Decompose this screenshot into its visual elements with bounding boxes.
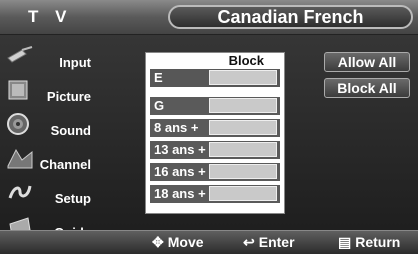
block-all-button[interactable]: Block All	[324, 78, 410, 98]
input-icon	[7, 46, 33, 63]
allow-all-button[interactable]: Allow All	[324, 52, 410, 72]
move-arrows-icon: ✥	[152, 234, 164, 250]
sound-icon	[7, 113, 29, 135]
block-header-label: Block	[228, 53, 264, 68]
return-icon: ▤	[338, 234, 352, 250]
enter-hint-label: Enter	[258, 234, 295, 250]
channel-icon	[7, 148, 33, 169]
rating-row-18-ans[interactable]: 18 ans +	[150, 185, 280, 203]
enter-hint: ↩ Enter	[243, 234, 295, 251]
block-checkbox[interactable]	[209, 120, 277, 135]
block-checkbox[interactable]	[209, 186, 277, 201]
tv-menu-screen: T V Canadian French Input Picture Sound	[0, 0, 418, 254]
sidebar: Input Picture Sound Channel Setup	[0, 36, 95, 246]
block-checkbox[interactable]	[209, 98, 277, 113]
tv-label: T V	[28, 7, 73, 26]
rating-row-16-ans[interactable]: 16 ans +	[150, 163, 280, 181]
setup-icon	[8, 185, 32, 199]
rating-label: E	[154, 70, 163, 85]
rating-divider	[150, 91, 280, 93]
rating-label: 16 ans +	[154, 164, 206, 179]
move-hint: ✥ Move	[152, 234, 204, 251]
return-hint: ▤ Return	[338, 234, 400, 251]
page-title: Canadian French	[168, 5, 413, 29]
picture-icon	[8, 80, 28, 100]
rating-label: 8 ans +	[154, 120, 199, 135]
block-column-header: Block	[146, 53, 284, 68]
move-hint-label: Move	[167, 234, 204, 250]
sidebar-item-setup[interactable]: Setup	[0, 178, 95, 208]
rating-row-g[interactable]: G	[150, 97, 280, 115]
rating-row-13-ans[interactable]: 13 ans +	[150, 141, 280, 159]
block-checkbox[interactable]	[209, 164, 277, 179]
rating-block-panel: Block E G 8 ans + 13 ans + 16 ans + 18 a…	[145, 52, 285, 214]
sidebar-item-input[interactable]: Input	[0, 42, 95, 72]
sidebar-item-label: Picture	[46, 89, 91, 104]
sidebar-item-channel[interactable]: Channel	[0, 144, 95, 174]
rating-label: 18 ans +	[154, 186, 206, 201]
title-bar: T V Canadian French	[0, 0, 418, 35]
sidebar-item-label: Sound	[50, 123, 91, 138]
block-checkbox[interactable]	[209, 70, 277, 85]
sidebar-item-label: Setup	[54, 191, 91, 206]
sidebar-item-sound[interactable]: Sound	[0, 110, 95, 140]
rating-row-e[interactable]: E	[150, 69, 280, 87]
rating-label: G	[154, 98, 165, 113]
return-hint-label: Return	[355, 234, 401, 250]
enter-icon: ↩	[243, 234, 255, 250]
rating-row-8-ans[interactable]: 8 ans +	[150, 119, 280, 137]
sidebar-item-picture[interactable]: Picture	[0, 76, 95, 106]
sidebar-item-label: Input	[59, 55, 91, 70]
bottom-hint-bar: ✥ Move ↩ Enter ▤ Return	[0, 230, 418, 254]
sidebar-item-label: Channel	[39, 157, 91, 172]
rating-label: 13 ans +	[154, 142, 206, 157]
block-checkbox[interactable]	[209, 142, 277, 157]
